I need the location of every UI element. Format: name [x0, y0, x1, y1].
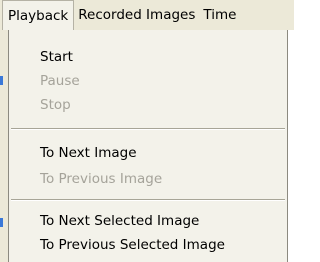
menu-separator — [11, 199, 285, 201]
menu-recorded-images[interactable]: Recorded Images — [74, 0, 199, 30]
menu-item-pause: Pause — [40, 73, 80, 89]
menu-item-stop: Stop — [40, 97, 71, 113]
playback-dropdown-menu: Start Pause Stop To Next Image To Previo… — [8, 30, 288, 262]
menu-item-to-next-selected-image[interactable]: To Next Selected Image — [9, 210, 287, 232]
background-marker — [0, 218, 3, 227]
background-marker — [0, 76, 3, 85]
menu-bar: Playback Recorded Images Time — [0, 0, 294, 30]
menu-item-to-previous-selected-image[interactable]: To Previous Selected Image — [9, 234, 287, 256]
menu-item-start[interactable]: Start — [9, 46, 287, 68]
menu-item-to-next-image[interactable]: To Next Image — [9, 142, 287, 164]
menu-playback[interactable]: Playback — [2, 0, 75, 30]
menu-separator — [11, 128, 285, 130]
menu-time[interactable]: Time — [199, 0, 240, 30]
background-window-edge — [0, 30, 8, 262]
menu-item-to-previous-image: To Previous Image — [40, 171, 163, 187]
